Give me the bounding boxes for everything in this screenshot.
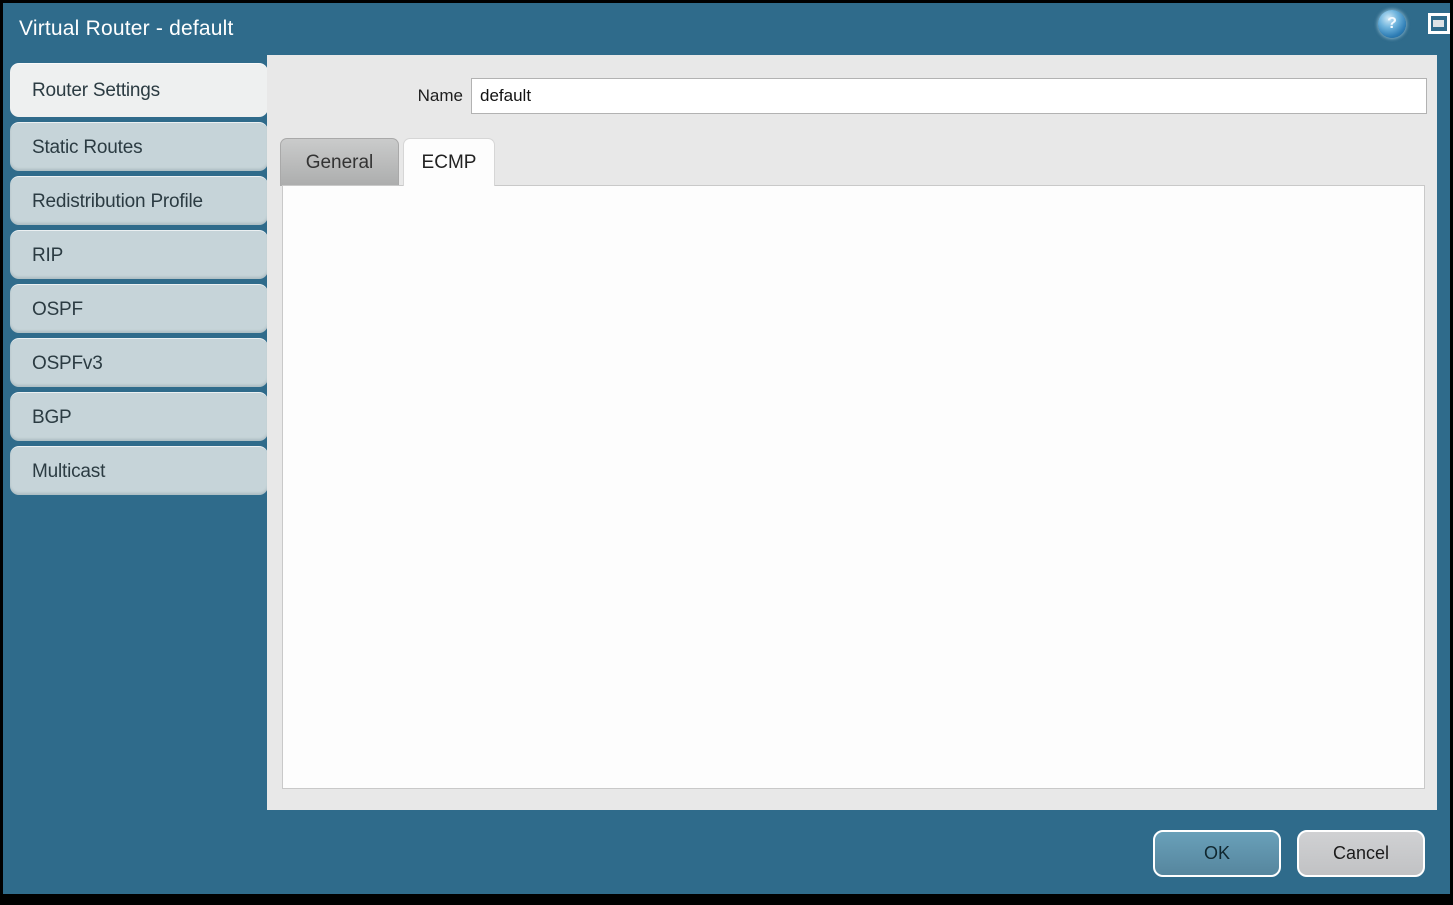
virtual-router-dialog: Virtual Router - default ? Router Settin… [3, 3, 1450, 894]
dialog-title: Virtual Router - default [19, 3, 234, 55]
name-input[interactable] [471, 78, 1427, 114]
sidebar-item-ospf[interactable]: OSPF [10, 284, 268, 333]
sidebar-item-static-routes[interactable]: Static Routes [10, 122, 268, 171]
cancel-button[interactable]: Cancel [1297, 830, 1425, 877]
restore-window-icon[interactable] [1428, 13, 1450, 34]
ecmp-tab-panel [282, 185, 1425, 789]
sidebar-item-ospfv3[interactable]: OSPFv3 [10, 338, 268, 387]
sidebar-item-multicast[interactable]: Multicast [10, 446, 268, 495]
sidebar: Router Settings Static Routes Redistribu… [10, 63, 268, 495]
tab-general[interactable]: General [280, 138, 399, 186]
sidebar-item-redistribution-profile[interactable]: Redistribution Profile [10, 176, 268, 225]
help-icon[interactable]: ? [1378, 10, 1406, 38]
tab-ecmp[interactable]: ECMP [403, 138, 495, 186]
name-label: Name [303, 78, 463, 114]
sidebar-item-bgp[interactable]: BGP [10, 392, 268, 441]
sidebar-item-router-settings[interactable]: Router Settings [10, 63, 268, 117]
title-bar: Virtual Router - default ? [3, 3, 1450, 55]
ok-button[interactable]: OK [1153, 830, 1281, 877]
sidebar-item-rip[interactable]: RIP [10, 230, 268, 279]
